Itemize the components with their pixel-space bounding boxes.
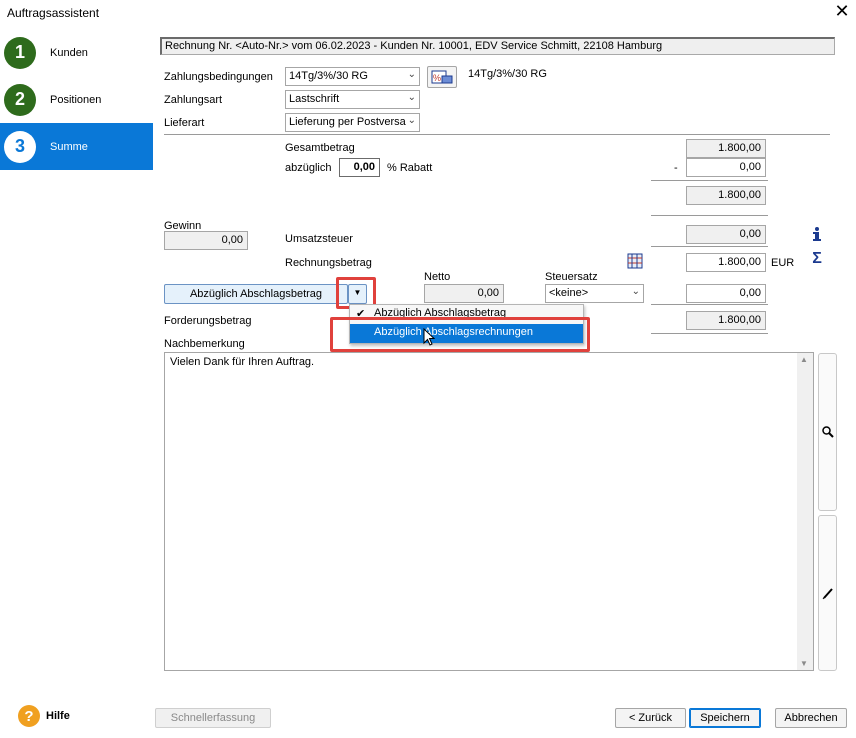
help-icon[interactable]: ? (18, 705, 40, 727)
rechnungsbetrag-field[interactable]: 1.800,00 (686, 253, 766, 272)
zahlungsbedingungen-select[interactable]: 14Tg/3%/30 RG ⌄ (285, 67, 420, 86)
step-number: 1 (4, 36, 36, 69)
netto-label: Netto (424, 271, 451, 283)
gesamtbetrag-label: Gesamtbetrag (285, 142, 355, 154)
abschlag-mode-button[interactable]: Abzüglich Abschlagsbetrag (164, 284, 348, 304)
divider (651, 215, 768, 216)
step-label: Positionen (50, 93, 102, 106)
calculator-button[interactable] (627, 253, 643, 269)
zahlungsbedingungen-text: 14Tg/3%/30 RG (468, 68, 547, 80)
nachbemerkung-textarea[interactable]: Vielen Dank für Ihren Auftrag. ▲ ▼ (164, 352, 814, 671)
lieferart-label: Lieferart (164, 117, 205, 129)
scroll-down-icon[interactable]: ▼ (800, 659, 808, 668)
schnellerfassung-button[interactable]: Schnellerfassung (155, 708, 271, 728)
steuersatz-value: <keine> (549, 287, 589, 299)
scrollbar[interactable]: ▲ ▼ (797, 353, 813, 670)
calculator-icon (627, 253, 643, 269)
gewinn-field: 0,00 (164, 231, 248, 250)
divider (651, 180, 768, 181)
minus-sign: - (674, 162, 678, 174)
nachbemerkung-label: Nachbemerkung (164, 338, 245, 350)
abschlag-value-input[interactable]: 0,00 (686, 284, 766, 303)
zahlungsart-select[interactable]: Lastschrift ⌄ (285, 90, 420, 109)
step-summe[interactable]: 3 Summe (0, 123, 153, 170)
step-positionen[interactable]: 2 Positionen (0, 76, 153, 123)
zoom-button[interactable] (818, 353, 837, 511)
chevron-down-icon: ⌄ (631, 286, 640, 297)
scroll-up-icon[interactable]: ▲ (800, 355, 808, 364)
sum-button[interactable]: Σ (809, 250, 825, 267)
zahlungsart-value: Lastschrift (289, 93, 340, 105)
highlight-frame (330, 317, 590, 352)
zahlungsbedingungen-value: 14Tg/3%/30 RG (289, 70, 368, 82)
subtotal-field: 1.800,00 (686, 186, 766, 205)
nachbemerkung-text: Vielen Dank für Ihren Auftrag. (170, 356, 315, 368)
cancel-button[interactable]: Abbrechen (775, 708, 847, 728)
forderungsbetrag-field: 1.800,00 (686, 311, 766, 330)
step-number: 2 (4, 83, 36, 116)
sigma-icon: Σ (812, 250, 822, 267)
magnifier-icon (821, 426, 834, 438)
currency-label: EUR (771, 257, 795, 269)
info-icon (813, 227, 821, 241)
netto-field: 0,00 (424, 284, 504, 303)
chevron-down-icon: ⌄ (407, 92, 416, 103)
step-label: Kunden (50, 46, 88, 59)
pencil-icon (822, 588, 833, 600)
close-icon[interactable]: ✕ (833, 2, 851, 20)
divider (651, 304, 768, 305)
zahlungsart-label: Zahlungsart (164, 94, 223, 106)
abzueglich-label: abzüglich (285, 162, 332, 174)
gesamtbetrag-field: 1.800,00 (686, 139, 766, 158)
rabatt-value-input[interactable]: 0,00 (686, 158, 766, 177)
save-button[interactable]: Speichern (689, 708, 761, 728)
rabatt-label: % Rabatt (387, 162, 433, 174)
steuersatz-label: Steuersatz (545, 271, 598, 283)
step-kunden[interactable]: 1 Kunden (0, 29, 153, 76)
umsatzsteuer-field: 0,00 (686, 225, 766, 244)
edit-button[interactable] (818, 515, 837, 671)
umsatzsteuer-label: Umsatzsteuer (285, 233, 353, 245)
step-number: 3 (4, 130, 36, 163)
help-link[interactable]: Hilfe (46, 710, 70, 722)
divider (651, 333, 768, 334)
zahlungsbedingungen-label: Zahlungsbedingungen (164, 71, 273, 83)
back-button[interactable]: < Zurück (615, 708, 686, 728)
svg-text:%: % (433, 73, 441, 83)
chevron-down-icon: ⌄ (407, 69, 416, 80)
chevron-down-icon: ⌄ (407, 115, 416, 126)
mouse-cursor-icon (423, 328, 436, 346)
document-info-line: Rechnung Nr. <Auto-Nr.> vom 06.02.2023 -… (160, 37, 835, 55)
rabatt-percent-input[interactable]: 0,00 (339, 158, 380, 177)
payment-terms-button[interactable]: % (427, 66, 457, 88)
rechnungsbetrag-label: Rechnungsbetrag (285, 257, 372, 269)
forderungsbetrag-label: Forderungsbetrag (164, 315, 252, 327)
divider (164, 134, 830, 135)
info-button[interactable] (809, 226, 825, 242)
step-label: Summe (50, 140, 88, 153)
divider (651, 246, 768, 247)
steuersatz-select[interactable]: <keine> ⌄ (545, 284, 644, 303)
window-title: Auftragsassistent (7, 6, 100, 20)
lieferart-select[interactable]: Lieferung per Postversa ⌄ (285, 113, 420, 132)
lieferart-value: Lieferung per Postversa (289, 116, 406, 128)
payment-terms-icon: % (431, 70, 453, 84)
